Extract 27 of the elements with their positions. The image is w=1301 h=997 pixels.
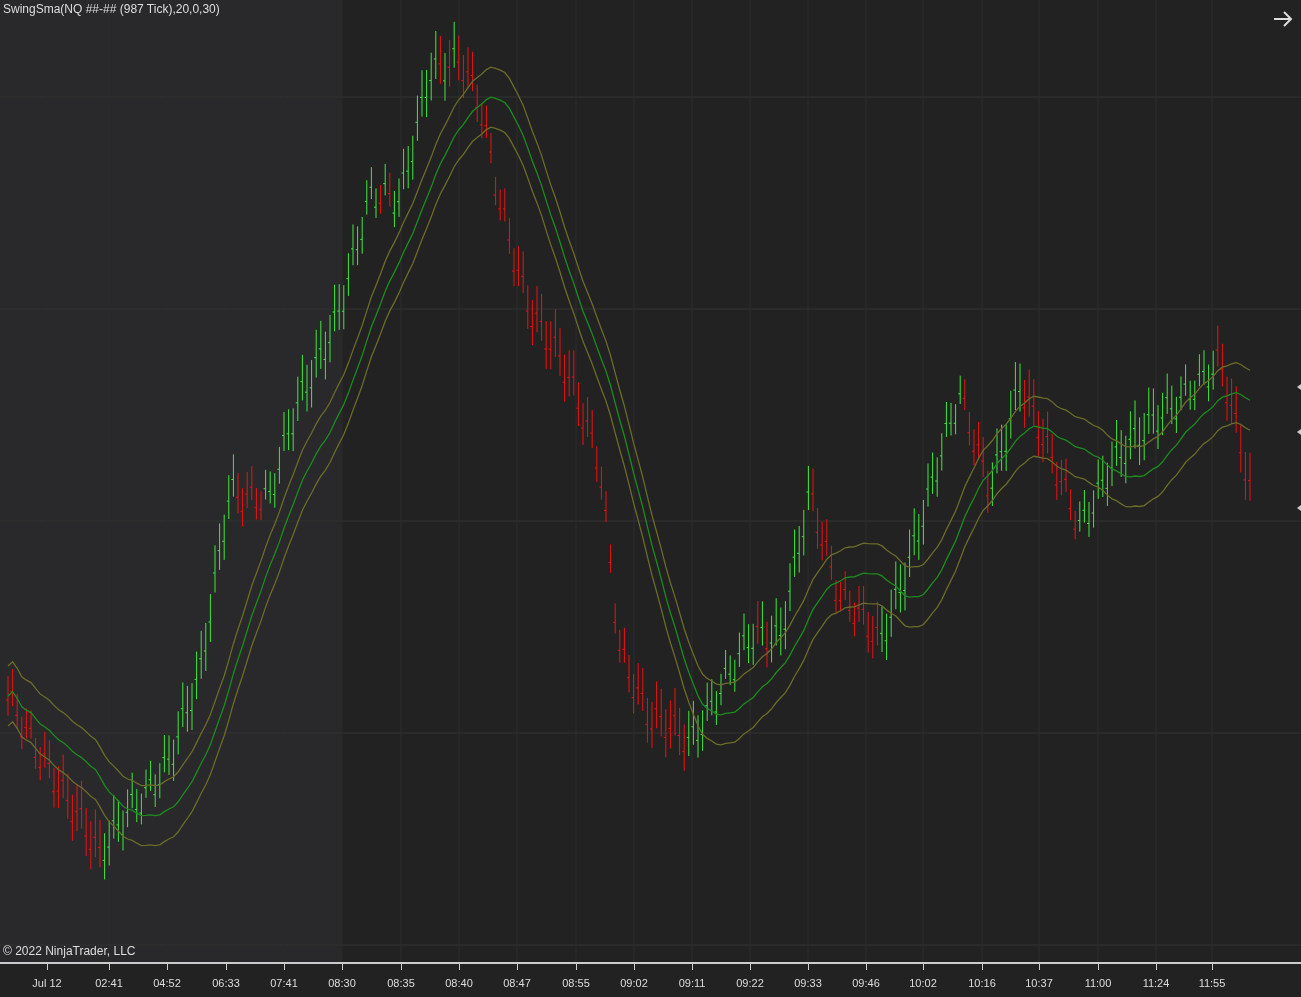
axis-label: 09:33 (794, 977, 822, 989)
axis-label: 08:35 (387, 977, 415, 989)
axis-label: 11:24 (1142, 977, 1170, 989)
axis-label: 09:46 (852, 977, 880, 989)
price-marker-icon (1297, 505, 1301, 511)
axis-label: 04:52 (153, 977, 181, 989)
axis-label: 11:00 (1084, 977, 1112, 989)
axis-label: 08:40 (445, 977, 473, 989)
indicator-label: SwingSma(NQ ##-## (987 Tick),20,0,30) (3, 2, 220, 16)
axis-label: 11:55 (1198, 977, 1226, 989)
axis-label: 10:02 (909, 977, 937, 989)
axis-label: 09:11 (678, 977, 706, 989)
axis-label: 02:41 (95, 977, 123, 989)
axis-label: 09:02 (620, 977, 648, 989)
axis-label: 07:41 (270, 977, 298, 989)
axis-label: Jul 12 (32, 977, 62, 989)
axis-label: 08:30 (328, 977, 356, 989)
axis-label: 08:55 (562, 977, 590, 989)
arrow-right-icon[interactable] (1273, 11, 1293, 27)
axis-label: 08:47 (503, 977, 531, 989)
copyright-text: © 2022 NinjaTrader, LLC (3, 944, 136, 958)
axis-label: 06:33 (212, 977, 240, 989)
price-marker-icon (1297, 384, 1301, 390)
axis-label: 10:16 (968, 977, 996, 989)
price-marker-icon (1297, 429, 1301, 435)
axis-label: 09:22 (736, 977, 764, 989)
axis-label: 10:37 (1025, 977, 1053, 989)
